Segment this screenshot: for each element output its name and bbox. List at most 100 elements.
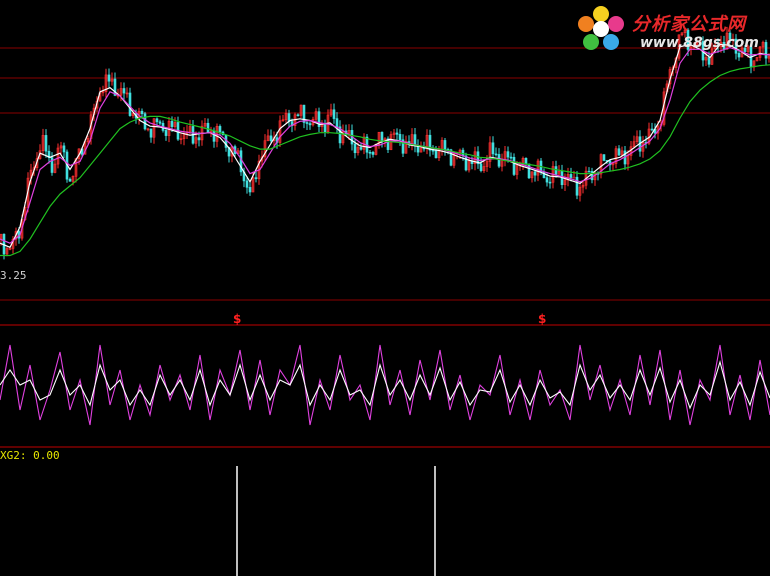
candle-body bbox=[434, 150, 438, 159]
candle bbox=[239, 147, 243, 176]
candle bbox=[617, 145, 621, 157]
candle-body bbox=[464, 155, 468, 171]
candle-body bbox=[140, 110, 144, 115]
candle bbox=[284, 109, 288, 123]
candle bbox=[614, 145, 618, 169]
candle bbox=[566, 167, 570, 187]
candle bbox=[278, 115, 282, 147]
candle bbox=[38, 144, 42, 160]
candle-body bbox=[575, 176, 579, 196]
candle bbox=[602, 154, 606, 162]
candle bbox=[59, 141, 63, 155]
candle-body bbox=[206, 122, 210, 133]
candle bbox=[587, 167, 591, 173]
candle bbox=[182, 127, 186, 146]
candle-body bbox=[602, 154, 606, 161]
candle-body bbox=[62, 145, 66, 153]
candle-body bbox=[245, 180, 249, 188]
candle bbox=[392, 129, 396, 139]
candle bbox=[332, 103, 336, 124]
candle-body bbox=[512, 157, 516, 175]
candle-body bbox=[371, 152, 375, 155]
candle bbox=[371, 150, 375, 158]
candle bbox=[320, 120, 324, 134]
candle bbox=[644, 135, 648, 149]
candle bbox=[563, 173, 567, 191]
candle bbox=[68, 177, 72, 182]
candle-body bbox=[494, 153, 498, 156]
candle bbox=[590, 167, 594, 184]
flower-logo-icon bbox=[578, 6, 624, 50]
candle bbox=[764, 39, 768, 65]
candle bbox=[5, 246, 9, 257]
candle-body bbox=[572, 176, 576, 179]
candle-body bbox=[524, 158, 528, 165]
candle bbox=[125, 87, 129, 98]
candle bbox=[443, 137, 447, 156]
logo-url-text: www.88gs.com bbox=[640, 35, 759, 51]
candle bbox=[404, 135, 408, 154]
candle bbox=[209, 126, 213, 137]
candle-body bbox=[296, 114, 300, 117]
candle bbox=[578, 181, 582, 202]
candle bbox=[335, 112, 339, 134]
candle bbox=[281, 114, 285, 122]
candle bbox=[149, 128, 153, 143]
candle bbox=[416, 139, 420, 157]
candle-body bbox=[218, 126, 222, 133]
candle-body bbox=[164, 130, 168, 136]
candle-body bbox=[158, 121, 162, 124]
candle bbox=[650, 122, 654, 132]
candle bbox=[413, 128, 417, 153]
candle-body bbox=[395, 132, 399, 135]
candle bbox=[491, 136, 495, 160]
candle bbox=[44, 129, 48, 158]
candle bbox=[464, 152, 468, 172]
candle-body bbox=[479, 163, 483, 171]
candle bbox=[158, 119, 162, 126]
candle bbox=[386, 136, 390, 154]
candle bbox=[548, 177, 552, 189]
candle bbox=[152, 118, 156, 144]
candle bbox=[410, 128, 414, 151]
candle bbox=[437, 145, 441, 162]
candle bbox=[428, 129, 432, 157]
candle-body bbox=[545, 177, 549, 183]
candle bbox=[752, 60, 756, 72]
candle-body bbox=[335, 118, 339, 128]
candle-body bbox=[707, 57, 711, 65]
candle-body bbox=[569, 174, 573, 178]
candle bbox=[41, 128, 45, 156]
candle-body bbox=[122, 88, 126, 94]
candle-body bbox=[149, 128, 153, 138]
candle bbox=[305, 121, 309, 131]
candle-body bbox=[491, 142, 495, 155]
candle-body bbox=[443, 140, 447, 150]
candle bbox=[302, 104, 306, 129]
candle bbox=[329, 103, 333, 117]
candle bbox=[407, 135, 411, 148]
candle bbox=[500, 153, 504, 172]
candle-body bbox=[212, 130, 216, 142]
candle bbox=[530, 171, 534, 183]
candle bbox=[368, 149, 372, 159]
candle bbox=[488, 136, 492, 169]
candle bbox=[122, 82, 126, 100]
candle-body bbox=[197, 137, 201, 141]
candle bbox=[425, 129, 429, 155]
candle bbox=[128, 87, 132, 117]
candle bbox=[338, 120, 342, 149]
candle bbox=[263, 134, 267, 162]
candle-body bbox=[380, 131, 384, 142]
candle-body bbox=[155, 118, 159, 123]
signal-bars bbox=[236, 466, 436, 576]
candle bbox=[176, 116, 180, 141]
candle-body bbox=[353, 143, 357, 154]
candle-body bbox=[44, 135, 48, 152]
site-logo[interactable]: 分析家公式网 www.88gs.com bbox=[574, 4, 764, 54]
candle bbox=[380, 131, 384, 148]
candle bbox=[74, 158, 78, 183]
stock-chart bbox=[0, 26, 770, 576]
candle bbox=[308, 121, 312, 130]
candle bbox=[104, 68, 108, 98]
